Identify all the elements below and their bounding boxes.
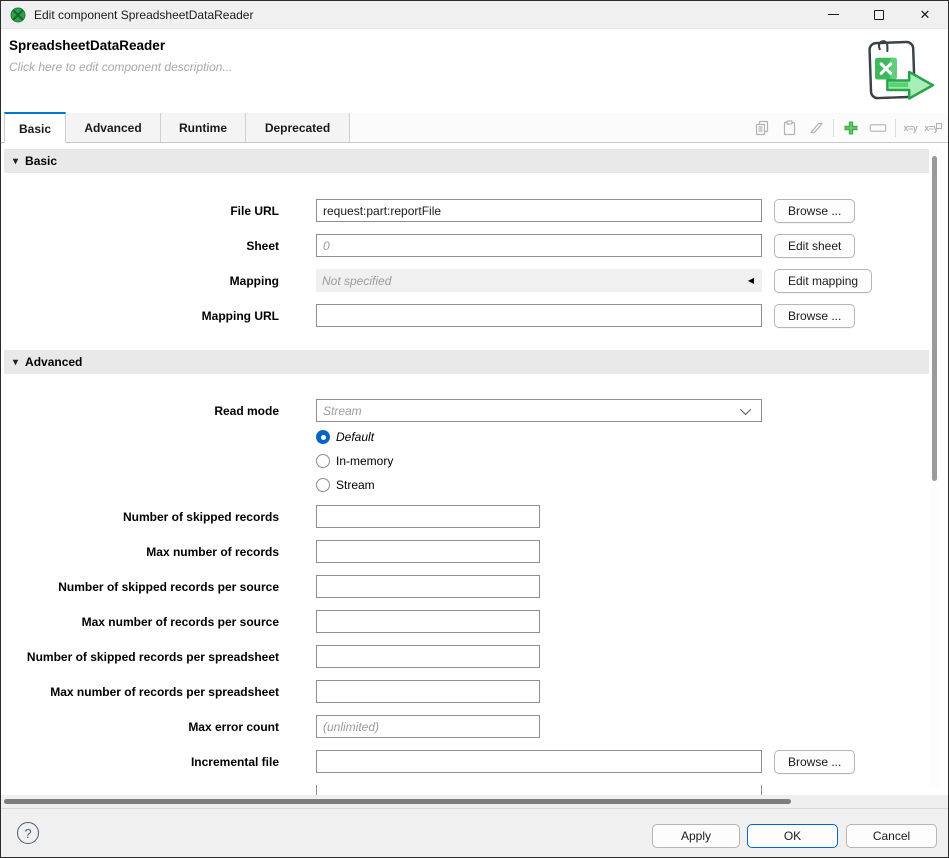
section-title: Basic <box>25 154 57 168</box>
radio-label: Default <box>336 430 374 444</box>
tab-deprecated[interactable]: Deprecated <box>246 113 350 142</box>
section-header-advanced[interactable]: ▾ Advanced <box>4 350 929 374</box>
read-mode-option-default[interactable]: Default <box>316 429 374 445</box>
read-mode-option-in-memory[interactable]: In-memory <box>316 453 393 469</box>
chevron-down-icon <box>740 403 751 414</box>
sheet-label: Sheet <box>1 239 279 253</box>
toolbar-separator <box>833 119 834 137</box>
clover-app-icon <box>10 7 26 23</box>
radio-icon[interactable] <box>316 454 330 468</box>
mapping-url-label: Mapping URL <box>1 309 279 323</box>
file-url-label: File URL <box>1 204 279 218</box>
set-value-icon: x=y <box>903 123 917 133</box>
radio-icon[interactable] <box>316 430 330 444</box>
max-records-label: Max number of records <box>1 545 279 559</box>
minimize-button[interactable] <box>810 1 856 28</box>
component-description-placeholder[interactable]: Click here to edit component description… <box>9 60 232 74</box>
incremental-file-label: Incremental file <box>1 755 279 769</box>
close-icon: ✕ <box>920 8 931 21</box>
file-url-browse-button[interactable]: Browse ... <box>774 199 855 223</box>
toolbar-separator <box>895 119 896 137</box>
collapse-arrow-icon: ▾ <box>13 357 18 368</box>
paste-icon <box>779 118 799 138</box>
section-title: Advanced <box>25 355 82 369</box>
mapping-label: Mapping <box>1 274 279 288</box>
max-records-per-spreadsheet-input[interactable] <box>316 680 540 703</box>
read-mode-label: Read mode <box>1 404 279 418</box>
component-title: SpreadsheetDataReader <box>9 38 165 53</box>
help-icon[interactable]: ? <box>17 822 39 844</box>
max-error-count-label: Max error count <box>1 720 279 734</box>
ok-button[interactable]: OK <box>747 824 838 848</box>
vertical-scrollbar[interactable] <box>929 149 940 789</box>
max-error-count-input[interactable] <box>316 715 540 738</box>
edit-sheet-button[interactable]: Edit sheet <box>774 234 855 258</box>
copy-icon <box>752 118 772 138</box>
mapping-url-input[interactable] <box>316 304 762 327</box>
clipped-field-input[interactable] <box>316 785 762 795</box>
collapse-arrow-icon: ▾ <box>13 156 18 167</box>
read-mode-option-stream[interactable]: Stream <box>316 477 375 493</box>
max-records-per-source-input[interactable] <box>316 610 540 633</box>
skipped-records-per-source-input[interactable] <box>316 575 540 598</box>
tab-runtime[interactable]: Runtime <box>161 113 246 142</box>
skipped-records-label: Number of skipped records <box>1 510 279 524</box>
radio-label: In-memory <box>336 454 393 468</box>
close-button[interactable]: ✕ <box>902 1 948 28</box>
cancel-button[interactable]: Cancel <box>846 824 937 848</box>
horizontal-scrollbar-thumb[interactable] <box>4 799 791 804</box>
maximize-icon <box>874 10 884 20</box>
section-header-basic[interactable]: ▾ Basic <box>4 149 929 173</box>
skipped-records-per-spreadsheet-input[interactable] <box>316 645 540 668</box>
add-property-icon[interactable] <box>841 118 861 138</box>
collapse-left-icon[interactable]: ◀ <box>748 276 754 285</box>
window-title: Edit component SpreadsheetDataReader <box>34 8 253 22</box>
dialog-footer: ? Apply OK Cancel <box>1 808 948 858</box>
sheet-input[interactable] <box>316 234 762 257</box>
incremental-file-browse-button[interactable]: Browse ... <box>774 750 855 774</box>
tab-basic[interactable]: Basic <box>4 112 66 143</box>
radio-label: Stream <box>336 478 375 492</box>
skipped-records-per-source-label: Number of skipped records per source <box>1 580 279 594</box>
eraser-icon <box>806 118 826 138</box>
max-records-input[interactable] <box>316 540 540 563</box>
skipped-records-input[interactable] <box>316 505 540 528</box>
horizontal-scrollbar[interactable] <box>1 795 948 808</box>
title-bar[interactable]: Edit component SpreadsheetDataReader ✕ <box>1 1 948 29</box>
mapping-field[interactable]: Not specified ◀ <box>316 269 762 292</box>
max-records-per-spreadsheet-label: Max number of records per spreadsheet <box>1 685 279 699</box>
set-value-dialog-icon: x=y <box>924 123 942 133</box>
vertical-scrollbar-thumb[interactable] <box>932 156 937 481</box>
spreadsheet-reader-icon <box>850 34 938 108</box>
minimize-icon <box>828 14 839 15</box>
skipped-records-per-spreadsheet-label: Number of skipped records per spreadshee… <box>1 650 279 664</box>
edit-component-dialog: Edit component SpreadsheetDataReader ✕ S… <box>0 0 949 858</box>
file-url-input[interactable] <box>316 199 762 222</box>
max-records-per-source-label: Max number of records per source <box>1 615 279 629</box>
tab-advanced[interactable]: Advanced <box>66 113 161 142</box>
read-mode-combobox[interactable]: Stream <box>316 399 762 422</box>
dialog-header: SpreadsheetDataReader Click here to edit… <box>1 29 948 113</box>
property-toolbar: x=y x=y <box>752 113 948 142</box>
radio-icon[interactable] <box>316 478 330 492</box>
properties-panel: ▾ Basic File URL Browse ... Sheet Edit s… <box>1 143 948 795</box>
mapping-url-browse-button[interactable]: Browse ... <box>774 304 855 328</box>
remove-property-icon <box>868 118 888 138</box>
mapping-value: Not specified <box>322 274 391 288</box>
tab-bar: Basic Advanced Runtime Deprecated <box>1 113 948 143</box>
maximize-button[interactable] <box>856 1 902 28</box>
apply-button[interactable]: Apply <box>652 824 740 848</box>
read-mode-value: Stream <box>323 404 362 418</box>
incremental-file-input[interactable] <box>316 750 762 773</box>
edit-mapping-button[interactable]: Edit mapping <box>774 269 872 293</box>
